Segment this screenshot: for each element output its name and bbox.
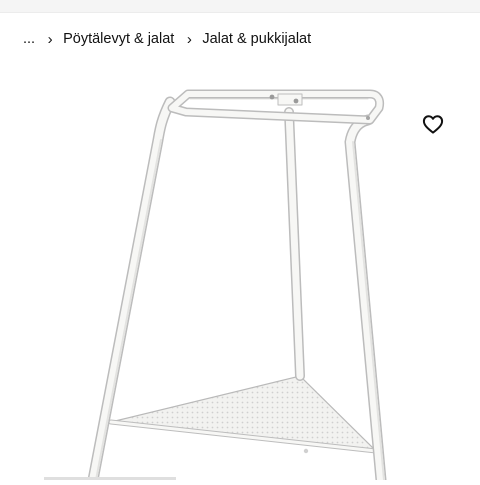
- chevron-right-icon: ›: [186, 30, 192, 48]
- breadcrumb: ... › Pöytälevyt & jalat › Jalat & pukki…: [23, 27, 311, 51]
- trestle-top-frame: [167, 89, 385, 125]
- favorite-button[interactable]: [417, 108, 449, 140]
- trestle-image: [87, 89, 387, 485]
- heart-icon: [422, 115, 444, 134]
- breadcrumb-item-table-tops-legs[interactable]: Pöytälevyt & jalat: [63, 31, 174, 47]
- product-image[interactable]: [0, 60, 480, 485]
- mesh-shelf: [108, 375, 379, 454]
- chevron-right-icon: ›: [47, 30, 53, 48]
- breadcrumb-item-legs-trestles[interactable]: Jalat & pukkijalat: [202, 31, 311, 47]
- top-bar: [0, 0, 480, 13]
- breadcrumb-ellipsis[interactable]: ...: [23, 31, 35, 47]
